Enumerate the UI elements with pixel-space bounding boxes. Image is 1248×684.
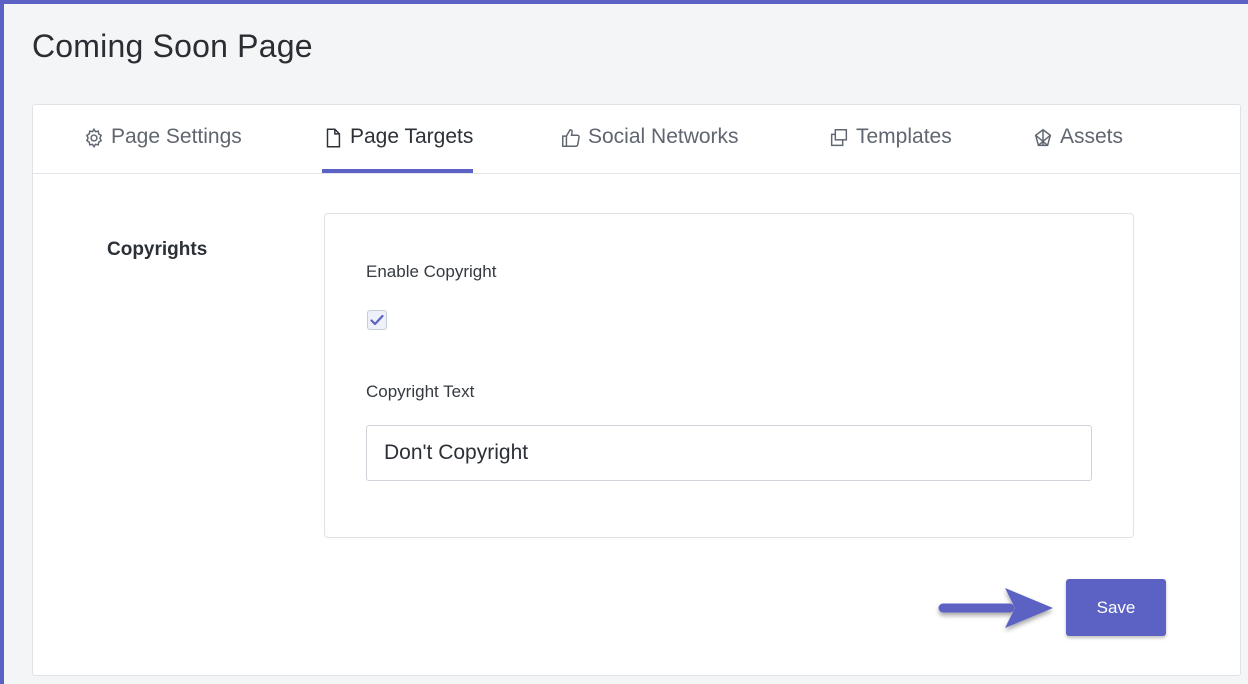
enable-copyright-label: Enable Copyright	[366, 262, 497, 281]
gear-icon	[83, 127, 105, 149]
checkmark-icon	[370, 314, 384, 326]
settings-panel: Page Settings Page Targets Social Networ…	[32, 104, 1241, 676]
document-icon	[322, 127, 344, 149]
copyright-text-input[interactable]	[366, 425, 1092, 481]
tab-page-targets[interactable]: Page Targets	[322, 125, 474, 173]
enable-copyright-checkbox[interactable]	[367, 310, 387, 330]
tab-assets[interactable]: Assets	[1032, 125, 1123, 173]
tab-label: Assets	[1060, 125, 1124, 148]
assets-icon	[1032, 127, 1054, 149]
save-button[interactable]: Save	[1066, 579, 1166, 636]
copyright-text-label: Copyright Text	[366, 382, 475, 401]
tab-bar: Page Settings Page Targets Social Networ…	[33, 105, 1240, 174]
tab-label: Page Settings	[111, 125, 242, 148]
tab-page-settings[interactable]: Page Settings	[83, 125, 242, 173]
tab-templates[interactable]: Templates	[828, 125, 952, 173]
tab-label: Page Targets	[350, 125, 474, 148]
thumbs-up-icon	[560, 127, 582, 149]
copyright-card: Enable Copyright Copyright Text	[324, 213, 1134, 538]
tab-social-networks[interactable]: Social Networks	[560, 125, 739, 173]
arrow-annotation-icon	[938, 588, 1053, 628]
app-window: Coming Soon Page Page Settings Page Targ…	[0, 0, 1248, 684]
tab-label: Social Networks	[588, 125, 739, 148]
tab-label: Templates	[856, 125, 952, 148]
section-label-copyrights: Copyrights	[107, 239, 208, 260]
page-title: Coming Soon Page	[32, 28, 313, 64]
duplicate-icon	[828, 127, 850, 149]
